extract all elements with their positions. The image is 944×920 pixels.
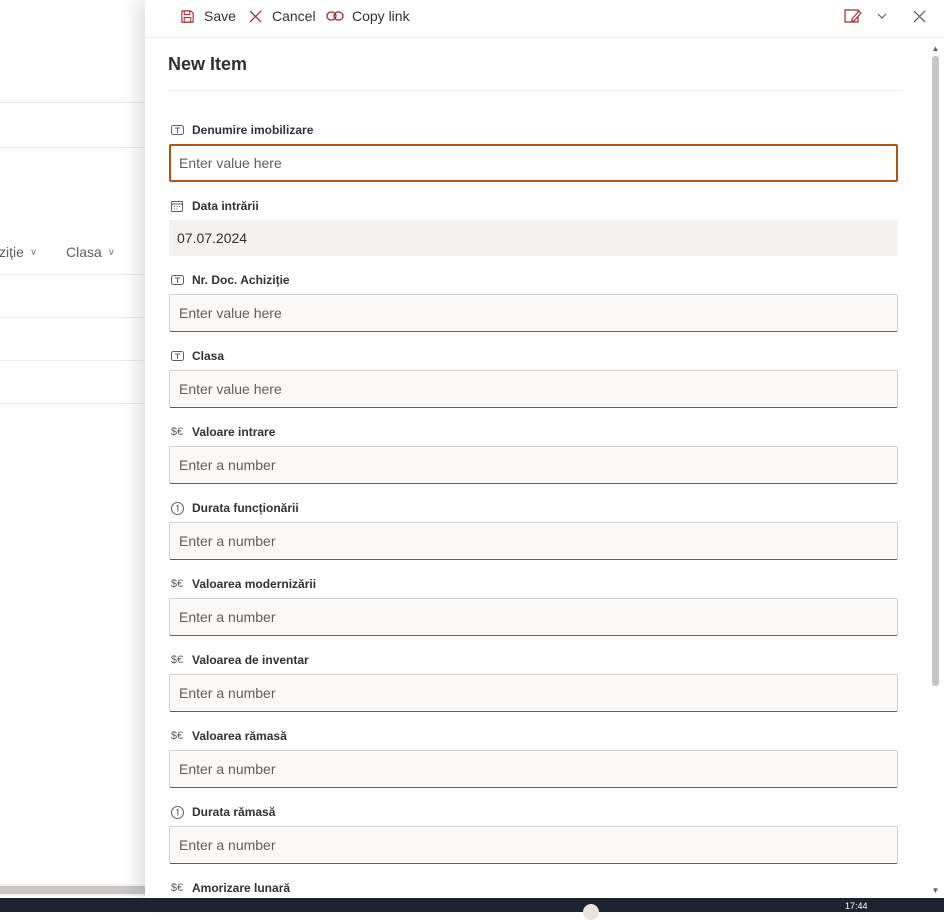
app-icon[interactable]	[583, 904, 599, 920]
valoarea-ramasa-input[interactable]	[169, 750, 898, 788]
field-valoarea-de-inventar: $€ Valoarea de inventar	[169, 651, 899, 712]
column-header-achizitie[interactable]: ziție ∨	[0, 244, 37, 260]
field-valoarea-ramasa: $€ Valoarea rămasă	[169, 727, 899, 788]
list-divider	[0, 274, 145, 275]
field-nr-doc-achizitie: Nr. Doc. Achiziție	[169, 271, 899, 332]
os-taskbar: 17:44	[0, 898, 944, 920]
vertical-scrollbar[interactable]: ▲ ▼	[927, 38, 944, 898]
close-panel-button[interactable]	[905, 0, 933, 32]
field-label: Durata rămasă	[169, 803, 899, 821]
scrollbar-thumb[interactable]	[0, 886, 145, 894]
data-intrarii-value[interactable]: 07.07.2024	[169, 220, 898, 256]
column-header-label: Clasa	[66, 244, 102, 260]
nr-doc-achizitie-input[interactable]	[169, 294, 898, 332]
field-label-text: Amorizare lunară	[192, 881, 291, 895]
text-field-icon	[169, 273, 185, 287]
field-label: $€ Valoarea rămasă	[169, 727, 899, 745]
field-valoarea-modernizarii: $€ Valoarea modernizării	[169, 575, 899, 636]
new-item-panel: Save Cancel Copy link New Item Denumire …	[145, 0, 944, 898]
field-label: Durata funcționării	[169, 499, 899, 517]
field-label: Data intrării	[169, 197, 899, 215]
calendar-icon	[169, 199, 185, 213]
clock-time: 17:44	[845, 901, 868, 911]
text-field-icon	[169, 349, 185, 363]
scroll-down-arrow-icon[interactable]: ▼	[927, 882, 944, 898]
field-data-intrarii: Data intrării 07.07.2024	[169, 197, 899, 256]
field-label-text: Valoarea rămasă	[192, 729, 287, 743]
field-label: $€ Valoarea modernizării	[169, 575, 899, 593]
field-label-text: Durata rămasă	[192, 805, 276, 819]
list-divider	[0, 317, 145, 318]
field-label-text: Clasa	[192, 349, 225, 363]
field-label-text: Nr. Doc. Achiziție	[192, 273, 290, 287]
field-label-text: Valoarea modernizării	[192, 577, 317, 591]
valoarea-modernizarii-input[interactable]	[169, 598, 898, 636]
field-label: $€ Valoarea de inventar	[169, 651, 899, 669]
column-header-label: ziție	[0, 244, 24, 260]
scrollbar-thumb[interactable]	[932, 56, 939, 686]
denumire-imobilizare-input[interactable]	[169, 144, 898, 182]
currency-icon: $€	[170, 426, 184, 438]
field-amorizare-lunara: $€ Amorizare lunară	[169, 879, 899, 897]
list-divider	[0, 403, 145, 404]
chevron-down-icon: ∨	[107, 246, 116, 258]
currency-icon: $€	[170, 578, 184, 590]
list-divider	[0, 360, 145, 361]
scroll-up-arrow-icon[interactable]: ▲	[927, 40, 944, 56]
currency-icon: $€	[170, 654, 184, 666]
field-label: Nr. Doc. Achiziție	[169, 271, 899, 289]
currency-icon: $€	[170, 730, 184, 742]
number-icon	[169, 805, 185, 819]
clasa-input[interactable]	[169, 370, 898, 408]
field-durata-ramasa: Durata rămasă	[169, 803, 899, 864]
field-label-text: Valoare intrare	[192, 425, 276, 439]
text-field-icon	[169, 123, 185, 137]
field-durata-functionarii: Durata funcționării	[169, 499, 899, 560]
field-clasa: Clasa	[169, 347, 899, 408]
chevron-down-icon: ∨	[29, 246, 38, 258]
field-label: Clasa	[169, 347, 899, 365]
list-divider	[0, 102, 145, 103]
field-label-text: Valoarea de inventar	[192, 653, 309, 667]
durata-ramasa-input[interactable]	[169, 826, 898, 864]
list-divider	[0, 147, 145, 148]
form-body: Denumire imobilizare Data intrării 07.07…	[169, 0, 899, 898]
column-header-clasa[interactable]: Clasa ∨	[66, 244, 115, 260]
currency-icon: $€	[170, 882, 184, 894]
field-label: Denumire imobilizare	[169, 121, 899, 139]
field-label-text: Durata funcționării	[192, 501, 299, 515]
horizontal-scrollbar[interactable]	[0, 884, 145, 896]
field-label: $€ Valoare intrare	[169, 423, 899, 441]
valoarea-de-inventar-input[interactable]	[169, 674, 898, 712]
valoare-intrare-input[interactable]	[169, 446, 898, 484]
background-list-page: ziție ∨ Clasa ∨	[0, 0, 145, 898]
number-icon	[169, 501, 185, 515]
field-label-text: Denumire imobilizare	[192, 123, 314, 137]
durata-functionarii-input[interactable]	[169, 522, 898, 560]
field-label-text: Data intrării	[192, 199, 259, 213]
field-denumire-imobilizare: Denumire imobilizare	[169, 121, 899, 182]
field-valoare-intrare: $€ Valoare intrare	[169, 423, 899, 484]
field-label: $€ Amorizare lunară	[169, 879, 899, 897]
